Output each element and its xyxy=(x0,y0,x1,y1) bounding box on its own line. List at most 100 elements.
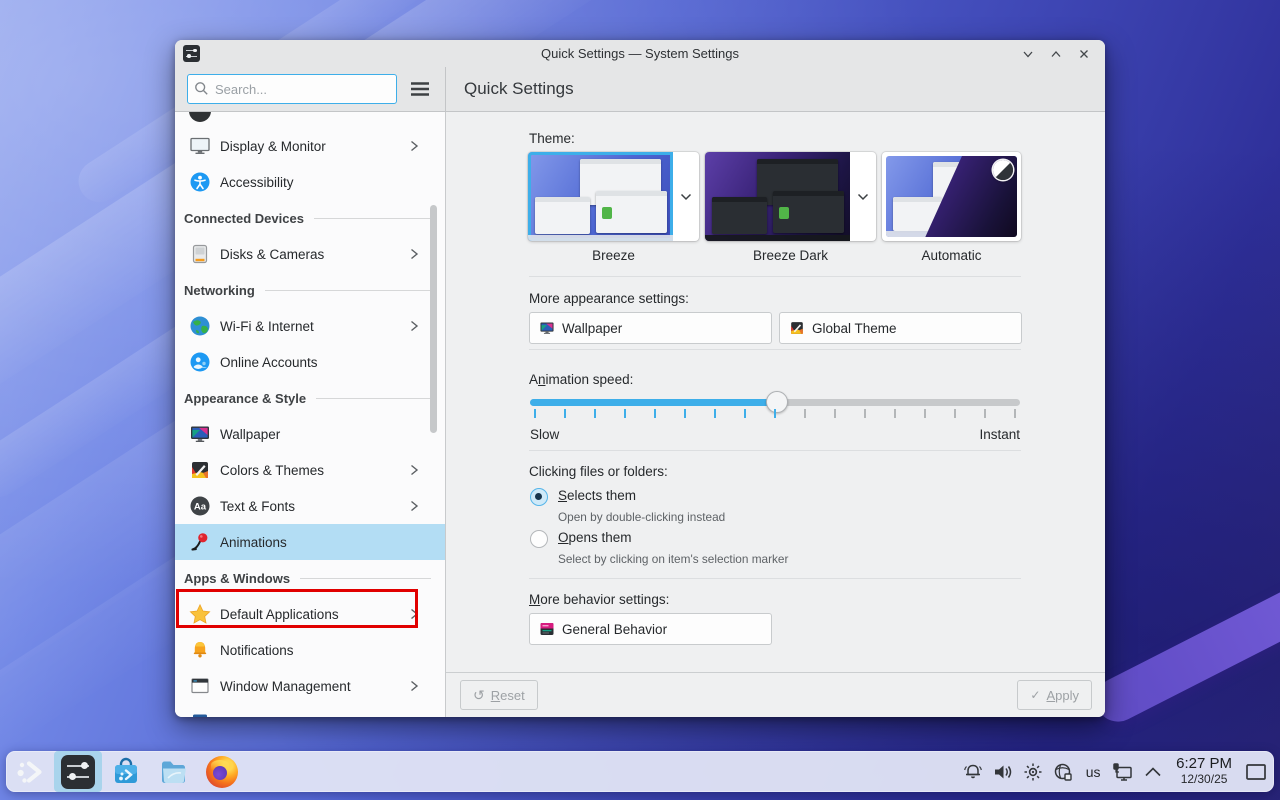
sidebar-section-networking: Networking xyxy=(175,272,445,308)
titlebar[interactable]: Quick Settings — System Settings xyxy=(175,40,1105,67)
menu-button[interactable] xyxy=(407,76,433,102)
search-input[interactable] xyxy=(187,74,397,104)
selects-them-label[interactable]: Selects them xyxy=(558,488,636,503)
slider-fill xyxy=(530,399,777,406)
sidebar-item-default-applications[interactable]: Default Applications xyxy=(175,596,445,632)
firefox-icon xyxy=(206,756,238,788)
system-tray: us 6:27 PM 12/30/25 xyxy=(958,751,1274,792)
quick-settings-content: Theme: xyxy=(446,112,1105,672)
taskbar-firefox[interactable] xyxy=(198,751,246,792)
globe-icon xyxy=(189,315,211,337)
undo-icon: ↺ xyxy=(473,688,485,702)
keyboard-layout-indicator[interactable]: us xyxy=(1078,764,1108,780)
search-box xyxy=(187,74,397,104)
sidebar-item-label: Animations xyxy=(220,535,287,550)
slider-tick xyxy=(774,409,776,418)
show-desktop-button[interactable] xyxy=(1242,751,1270,792)
half-moon-icon xyxy=(993,160,1013,180)
volume-icon[interactable] xyxy=(988,751,1018,792)
general-behavior-icon xyxy=(539,621,555,637)
sidebar-item-notifications[interactable]: Notifications xyxy=(175,632,445,668)
close-button[interactable] xyxy=(1073,43,1095,65)
slider-tick xyxy=(684,409,686,418)
sidebar-item-label: Wallpaper xyxy=(220,427,280,442)
sidebar-item-partial[interactable] xyxy=(175,112,445,128)
folder-icon xyxy=(158,756,190,788)
section-separator xyxy=(529,450,1021,451)
sidebar-item-label: Disks & Cameras xyxy=(220,247,324,262)
fonts-icon: Aa xyxy=(189,495,211,517)
slider-tick xyxy=(744,409,746,418)
section-label: Connected Devices xyxy=(184,211,304,226)
sidebar-item-colors-themes[interactable]: Colors & Themes xyxy=(175,452,445,488)
slider-tick xyxy=(984,409,986,418)
sidebar-item-text-fonts[interactable]: AaText & Fonts xyxy=(175,488,445,524)
sidebar-item-online-accounts[interactable]: Online Accounts xyxy=(175,344,445,380)
search-icon xyxy=(194,81,209,101)
clicking-label: Clicking files or folders: xyxy=(529,464,668,479)
sidebar-section-appearance-style: Appearance & Style xyxy=(175,380,445,416)
notifications-icon[interactable] xyxy=(958,751,988,792)
sidebar-item-activities[interactable]: Activities xyxy=(175,704,445,717)
wallpaper-icon xyxy=(189,423,211,445)
sidebar-item-accessibility[interactable]: Accessibility xyxy=(175,164,445,200)
theme-option-automatic[interactable] xyxy=(882,152,1021,241)
wallpaper-button-label: Wallpaper xyxy=(562,321,622,336)
animation-speed-label: Animation speed: xyxy=(529,372,633,387)
accessibility-icon xyxy=(189,171,211,193)
global-theme-button[interactable]: Global Theme xyxy=(779,312,1022,344)
theme-name-automatic: Automatic xyxy=(882,248,1021,263)
sidebar-item-wallpaper[interactable]: Wallpaper xyxy=(175,416,445,452)
reset-button[interactable]: ↺ Reset xyxy=(460,680,538,710)
check-icon: ✓ xyxy=(1030,689,1040,701)
slider-tick xyxy=(894,409,896,418)
clock-time: 6:27 PM xyxy=(1176,756,1232,773)
sidebar-item-wi-fi-internet[interactable]: Wi-Fi & Internet xyxy=(175,308,445,344)
bell-icon xyxy=(189,639,211,661)
theme-option-breeze[interactable] xyxy=(528,152,699,241)
general-behavior-button[interactable]: General Behavior xyxy=(529,613,772,645)
taskbar-dolphin[interactable] xyxy=(150,751,198,792)
breeze-dropdown-button[interactable] xyxy=(673,152,699,241)
radio-opens-them[interactable] xyxy=(530,530,548,548)
sidebar-scrollbar[interactable] xyxy=(430,205,437,433)
maximize-button[interactable] xyxy=(1045,43,1067,65)
apply-button[interactable]: ✓ Apply xyxy=(1017,680,1092,710)
appearance-settings-label: More appearance settings: xyxy=(529,291,689,306)
wallpaper-button[interactable]: Wallpaper xyxy=(529,312,772,344)
slider-tick xyxy=(564,409,566,418)
sidebar-section-connected-devices: Connected Devices xyxy=(175,200,445,236)
slider-tick xyxy=(594,409,596,418)
wired-network-icon[interactable] xyxy=(1108,751,1138,792)
slider-tick xyxy=(954,409,956,418)
slider-tick xyxy=(804,409,806,418)
sidebar-item-label: Wi-Fi & Internet xyxy=(220,319,314,334)
partial-circle-icon xyxy=(189,112,211,128)
app-launcher-button[interactable] xyxy=(6,751,54,792)
disk-icon xyxy=(189,243,211,265)
opens-them-label[interactable]: Opens them xyxy=(558,530,632,545)
sidebar-item-window-management[interactable]: Window Management xyxy=(175,668,445,704)
chevron-right-icon xyxy=(407,679,421,693)
breeze-dark-dropdown-button[interactable] xyxy=(850,152,876,241)
window-icon xyxy=(189,675,211,697)
brightness-icon[interactable] xyxy=(1018,751,1048,792)
network-globe-icon[interactable] xyxy=(1048,751,1078,792)
theme-option-breeze-dark[interactable] xyxy=(705,152,876,241)
selects-them-sublabel: Open by double-clicking instead xyxy=(558,510,725,524)
radio-selects-them[interactable] xyxy=(530,488,548,506)
sidebar-item-animations[interactable]: Animations xyxy=(175,524,445,560)
sidebar-item-disks-cameras[interactable]: Disks & Cameras xyxy=(175,236,445,272)
expand-tray-icon[interactable] xyxy=(1138,751,1168,792)
section-separator xyxy=(529,578,1021,579)
section-divider xyxy=(265,290,431,291)
taskbar-discover[interactable] xyxy=(102,751,150,792)
minimize-button[interactable] xyxy=(1017,43,1039,65)
animations-icon xyxy=(189,531,211,553)
chevron-right-icon xyxy=(407,247,421,261)
sidebar-item-display-monitor[interactable]: Display & Monitor xyxy=(175,128,445,164)
taskbar-system-settings[interactable] xyxy=(54,751,102,792)
star-icon xyxy=(189,603,211,625)
slider-tick xyxy=(834,409,836,418)
clock[interactable]: 6:27 PM 12/30/25 xyxy=(1168,756,1242,786)
